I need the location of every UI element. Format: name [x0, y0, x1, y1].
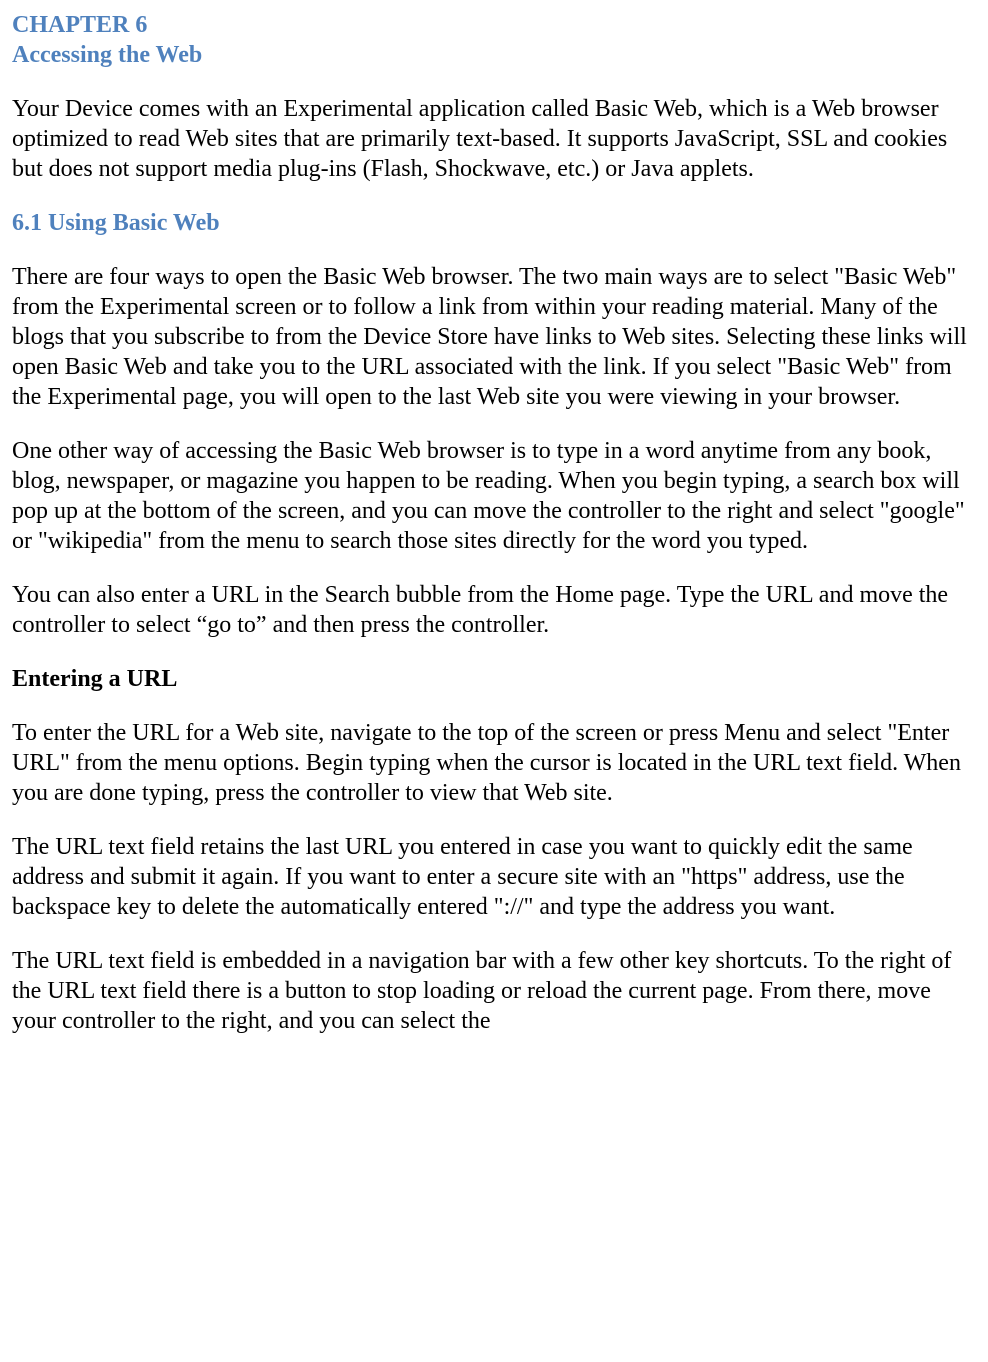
- subsection1-p1: To enter the URL for a Web site, navigat…: [12, 718, 976, 808]
- subsection1-p3: The URL text field is embedded in a navi…: [12, 946, 976, 1036]
- subsection-heading-entering-url: Entering a URL: [12, 664, 976, 694]
- section1-p3: You can also enter a URL in the Search b…: [12, 580, 976, 640]
- chapter-title: Accessing the Web: [12, 40, 976, 70]
- section1-p1: There are four ways to open the Basic We…: [12, 262, 976, 412]
- intro-paragraph: Your Device comes with an Experimental a…: [12, 94, 976, 184]
- section-heading-6-1: 6.1 Using Basic Web: [12, 208, 976, 238]
- section1-p2: One other way of accessing the Basic Web…: [12, 436, 976, 556]
- subsection1-p2: The URL text field retains the last URL …: [12, 832, 976, 922]
- chapter-label: CHAPTER 6: [12, 10, 976, 40]
